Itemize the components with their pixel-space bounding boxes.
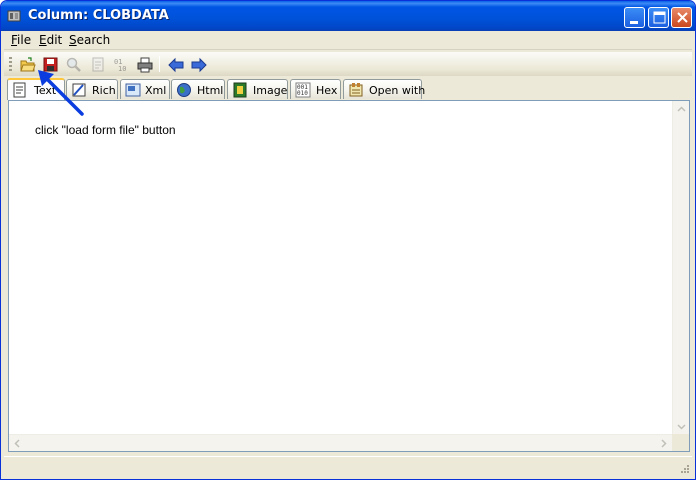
- status-bar: [4, 456, 692, 478]
- text-document-icon: [13, 82, 26, 98]
- tab-image[interactable]: Image: [227, 79, 288, 99]
- scroll-up-icon[interactable]: [673, 101, 690, 118]
- hex-button[interactable]: 01 10: [111, 55, 131, 74]
- document-icon: [92, 57, 104, 72]
- rich-text-icon: [72, 83, 86, 97]
- printer-icon: [137, 57, 153, 73]
- app-window: Column: CLOBDATA File Edit Search 01 10 …: [0, 0, 696, 480]
- close-icon: [677, 12, 688, 23]
- back-button[interactable]: [166, 55, 186, 74]
- print-button[interactable]: [135, 55, 155, 74]
- tab-text[interactable]: Text: [7, 78, 65, 100]
- tab-html[interactable]: Html: [171, 79, 225, 99]
- tab-open-with[interactable]: Open with: [343, 79, 425, 99]
- hex-binary-icon: 001 010: [295, 82, 311, 98]
- tab-rich[interactable]: Rich: [66, 79, 118, 99]
- scroll-down-icon[interactable]: [673, 418, 690, 435]
- document-button[interactable]: [88, 55, 108, 74]
- image-icon: [233, 82, 247, 98]
- toolbar: 01 10: [4, 52, 692, 76]
- tab-xml[interactable]: Xml: [120, 79, 170, 99]
- open-with-icon: [349, 83, 363, 97]
- toolbar-separator: [159, 56, 160, 72]
- window-title: Column: CLOBDATA: [28, 8, 169, 23]
- minimize-icon: [630, 21, 638, 24]
- arrow-right-icon: [191, 57, 207, 73]
- menu-file[interactable]: File: [11, 33, 31, 47]
- vertical-scrollbar[interactable]: [672, 101, 689, 435]
- maximize-icon: [653, 11, 666, 24]
- scroll-corner: [672, 434, 689, 451]
- globe-icon: [177, 83, 191, 97]
- save-disk-icon: [43, 57, 58, 72]
- xml-icon: [125, 83, 141, 97]
- resize-grip-icon[interactable]: [678, 464, 690, 476]
- text-editor-area[interactable]: click "load form file" button: [8, 100, 690, 452]
- binary-icon: 01 10: [114, 58, 126, 73]
- forward-button[interactable]: [189, 55, 209, 74]
- find-button[interactable]: [64, 55, 84, 74]
- maximize-button[interactable]: [648, 7, 669, 28]
- menu-search[interactable]: Search: [69, 33, 110, 47]
- minimize-button[interactable]: [624, 7, 645, 28]
- arrow-left-icon: [168, 57, 184, 73]
- toolbar-grip[interactable]: [9, 57, 12, 72]
- column-app-icon: [7, 10, 21, 22]
- svg-text:010: 010: [297, 90, 308, 97]
- save-button[interactable]: [41, 55, 61, 74]
- scroll-left-icon[interactable]: [9, 435, 26, 452]
- magnifier-icon: [66, 57, 81, 72]
- svg-text:10: 10: [118, 65, 126, 73]
- tab-hex[interactable]: 001 010 Hex: [290, 79, 341, 99]
- load-from-file-button[interactable]: [18, 55, 38, 74]
- instruction-text: click "load form file" button: [35, 123, 176, 137]
- title-bar[interactable]: Column: CLOBDATA: [1, 1, 695, 31]
- horizontal-scrollbar[interactable]: [9, 434, 672, 451]
- view-tabs: Text Rich Xml Html Image 001 010 Hex Ope…: [4, 78, 692, 100]
- close-button[interactable]: [671, 7, 692, 28]
- open-folder-icon: [20, 57, 36, 72]
- menu-bar: File Edit Search: [4, 31, 692, 50]
- scroll-right-icon[interactable]: [655, 435, 672, 452]
- menu-edit[interactable]: Edit: [39, 33, 62, 47]
